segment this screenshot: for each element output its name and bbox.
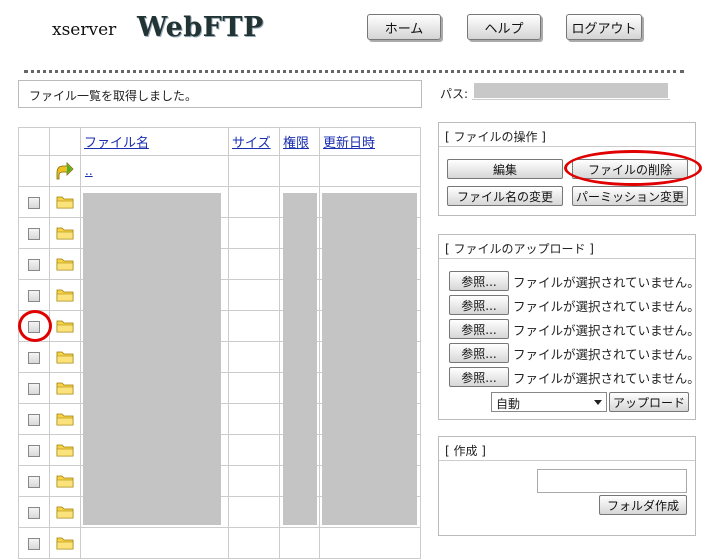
logo-xserver: xserver (52, 20, 117, 40)
file-operations-title: [ ファイルの操作 ] (439, 123, 695, 147)
folder-icon (56, 444, 74, 457)
no-file-label-3: ファイルが選択されていません。 (513, 322, 700, 338)
folder-icon (56, 320, 74, 333)
chevron-down-icon (594, 400, 602, 405)
upload-row-2: 参照... ファイルが選択されていません。 (449, 295, 700, 315)
header-modified: 更新日時 (319, 127, 421, 156)
help-button[interactable]: ヘルプ (467, 14, 541, 40)
browse-button-1[interactable]: 参照... (449, 271, 509, 291)
redacted-filenames (83, 193, 221, 525)
edit-button[interactable]: 編集 (447, 159, 563, 179)
browse-button-5[interactable]: 参照... (449, 367, 509, 387)
file-checkbox[interactable] (28, 227, 40, 240)
folder-icon (56, 382, 74, 395)
folder-icon (56, 258, 74, 271)
parent-directory-link[interactable]: .. (81, 164, 93, 178)
file-checkbox[interactable] (28, 413, 40, 426)
file-checkbox[interactable] (28, 196, 40, 209)
file-checkbox[interactable] (28, 475, 40, 488)
parent-folder-icon (56, 162, 74, 180)
transfer-mode-value: 自動 (496, 397, 521, 411)
no-file-label-4: ファイルが選択されていません。 (513, 346, 700, 362)
sort-permission-link[interactable]: 権限 (283, 136, 309, 151)
no-file-label-5: ファイルが選択されていません。 (513, 370, 700, 386)
upload-row-3: 参照... ファイルが選択されていません。 (449, 319, 700, 339)
header-divider (24, 70, 684, 73)
folder-icon (56, 413, 74, 426)
folder-icon (56, 537, 74, 550)
header-permission: 権限 (279, 127, 320, 156)
sort-modified-link[interactable]: 更新日時 (323, 136, 375, 151)
file-checkbox[interactable] (28, 258, 40, 271)
table-header-row: ファイル名 サイズ 権限 更新日時 (18, 127, 421, 156)
create-panel: [ 作成 ] フォルダ作成 (438, 436, 696, 536)
table-row-parent: .. (18, 155, 421, 187)
file-checkbox[interactable] (28, 444, 40, 457)
path-redacted (474, 83, 668, 98)
upload-row-4: 参照... ファイルが選択されていません。 (449, 343, 700, 363)
file-checkbox[interactable] (28, 382, 40, 395)
browse-button-3[interactable]: 参照... (449, 319, 509, 339)
create-title: [ 作成 ] (439, 437, 695, 461)
header-filename: ファイル名 (80, 127, 229, 156)
folder-icon (56, 351, 74, 364)
logout-button[interactable]: ログアウト (566, 14, 642, 40)
sort-size-link[interactable]: サイズ (232, 136, 271, 151)
table-row (18, 527, 421, 559)
change-permission-button[interactable]: パーミッション変更 (572, 186, 688, 206)
folder-name-input[interactable] (537, 469, 687, 493)
header-icon (49, 127, 81, 156)
upload-title: [ ファイルのアップロード ] (439, 235, 695, 259)
rename-button[interactable]: ファイル名の変更 (447, 186, 563, 206)
upload-button[interactable]: アップロード (609, 392, 689, 412)
sort-filename-link[interactable]: ファイル名 (84, 136, 149, 151)
folder-icon (56, 289, 74, 302)
delete-file-button[interactable]: ファイルの削除 (572, 159, 688, 179)
file-checkbox[interactable] (28, 506, 40, 519)
logo-webftp: WebFTP (137, 12, 264, 43)
create-folder-button[interactable]: フォルダ作成 (599, 495, 687, 515)
redacted-dates (322, 193, 417, 525)
path-label: パス: (440, 87, 469, 101)
file-checkbox[interactable] (28, 289, 40, 302)
folder-icon (56, 475, 74, 488)
upload-row-5: 参照... ファイルが選択されていません。 (449, 367, 700, 387)
path-value (472, 82, 670, 100)
file-checkbox[interactable] (28, 537, 40, 550)
no-file-label-1: ファイルが選択されていません。 (513, 274, 700, 290)
header-size: サイズ (228, 127, 280, 156)
home-button[interactable]: ホーム (367, 14, 441, 40)
status-message: ファイル一覧を取得しました。 (18, 80, 422, 108)
upload-row-1: 参照... ファイルが選択されていません。 (449, 271, 700, 291)
no-file-label-2: ファイルが選択されていません。 (513, 298, 700, 314)
folder-icon (56, 506, 74, 519)
file-checkbox[interactable] (28, 320, 40, 333)
transfer-mode-select[interactable]: 自動 (491, 392, 607, 412)
folder-icon (56, 227, 74, 240)
file-checkbox[interactable] (28, 351, 40, 364)
browse-button-4[interactable]: 参照... (449, 343, 509, 363)
header-select (18, 127, 50, 156)
upload-panel: [ ファイルのアップロード ] 参照... ファイルが選択されていません。 参照… (438, 234, 700, 420)
file-operations-panel: [ ファイルの操作 ] 編集 ファイルの削除 ファイル名の変更 パーミッション変… (438, 122, 696, 216)
browse-button-2[interactable]: 参照... (449, 295, 509, 315)
folder-icon (56, 196, 74, 209)
redacted-permissions (283, 193, 317, 525)
